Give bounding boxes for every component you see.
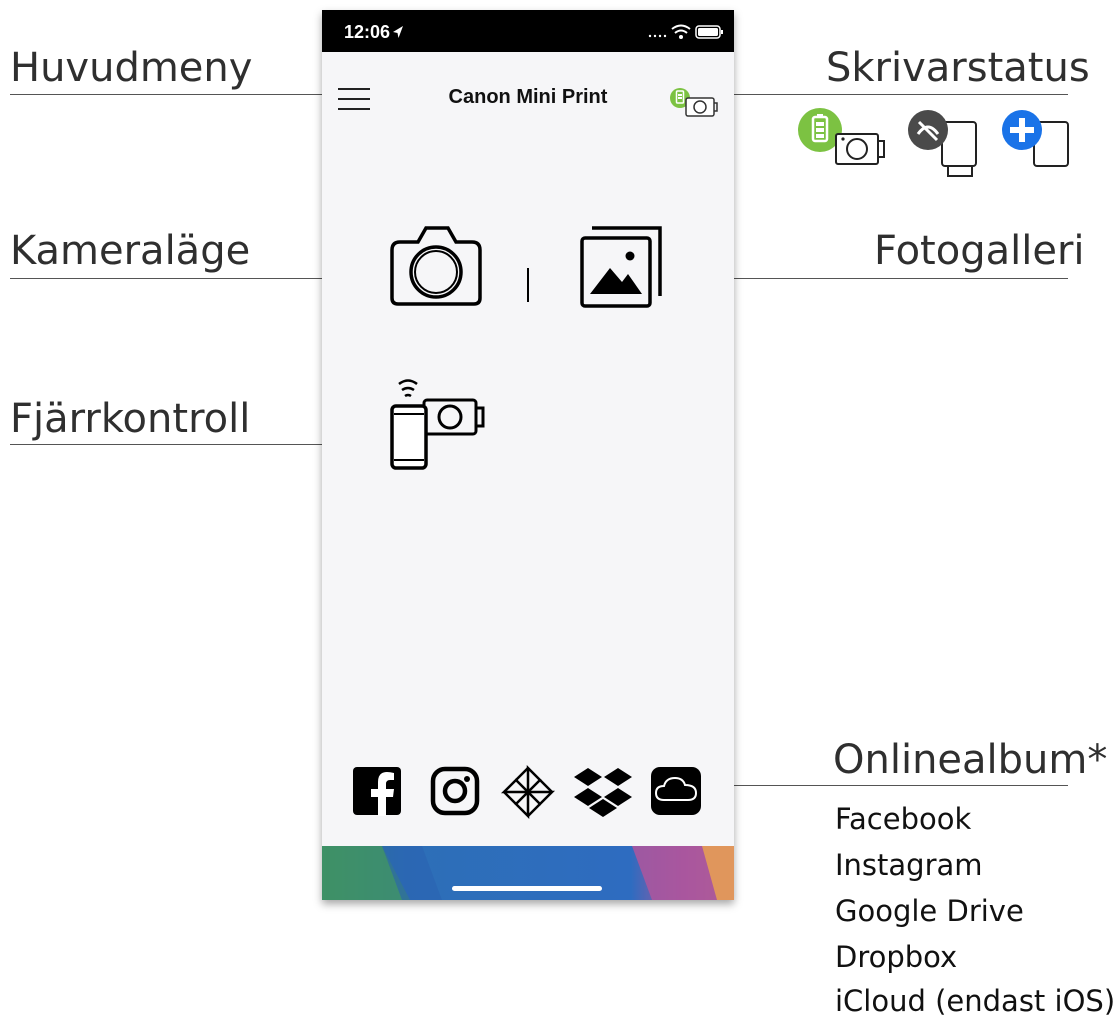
callout-remote-control: Fjärrkontroll xyxy=(10,396,251,442)
photo-gallery-icon[interactable] xyxy=(578,224,666,310)
online-album-dropbox: Dropbox xyxy=(835,940,958,974)
printer-status-icon[interactable] xyxy=(670,86,720,118)
printer-disconnected-icon xyxy=(908,110,977,177)
divider xyxy=(527,268,529,302)
bottom-banner xyxy=(322,846,734,900)
online-album-icloud: iCloud (endast iOS) xyxy=(835,984,1116,1018)
phone-screen: 12:06 Canon Mini Print xyxy=(322,10,734,900)
online-album-facebook: Facebook xyxy=(835,802,972,836)
status-time: 12:06 xyxy=(344,22,391,42)
leader-line-printer-status xyxy=(716,94,1068,95)
callout-camera-mode: Kameraläge xyxy=(10,228,251,274)
status-bar: 12:06 xyxy=(322,10,734,52)
home-indicator[interactable] xyxy=(452,886,602,891)
instagram-icon[interactable] xyxy=(430,766,480,816)
camera-icon[interactable] xyxy=(388,222,484,308)
facebook-icon[interactable] xyxy=(352,766,402,816)
online-album-instagram: Instagram xyxy=(835,848,983,882)
leader-line-main-menu xyxy=(10,94,345,95)
status-icons xyxy=(648,24,723,39)
dropbox-icon[interactable] xyxy=(572,766,634,818)
icloud-icon[interactable] xyxy=(650,766,702,816)
printer-connected-battery-icon xyxy=(798,108,885,165)
callout-photo-gallery: Fotogalleri xyxy=(874,228,1085,274)
leader-line-online-albums xyxy=(714,785,1068,786)
google-drive-icon[interactable] xyxy=(500,764,556,820)
callout-main-menu: Huvudmeny xyxy=(10,45,253,91)
app-bar: Canon Mini Print xyxy=(322,52,734,122)
callout-printer-status: Skrivarstatus xyxy=(826,45,1090,91)
add-printer-icon xyxy=(1002,110,1069,167)
location-arrow-icon xyxy=(393,26,403,38)
banner-art xyxy=(322,846,734,900)
callout-online-albums: Onlinealbum* xyxy=(833,737,1108,783)
online-album-google-drive: Google Drive xyxy=(835,894,1024,928)
remote-control-icon[interactable] xyxy=(388,376,488,472)
